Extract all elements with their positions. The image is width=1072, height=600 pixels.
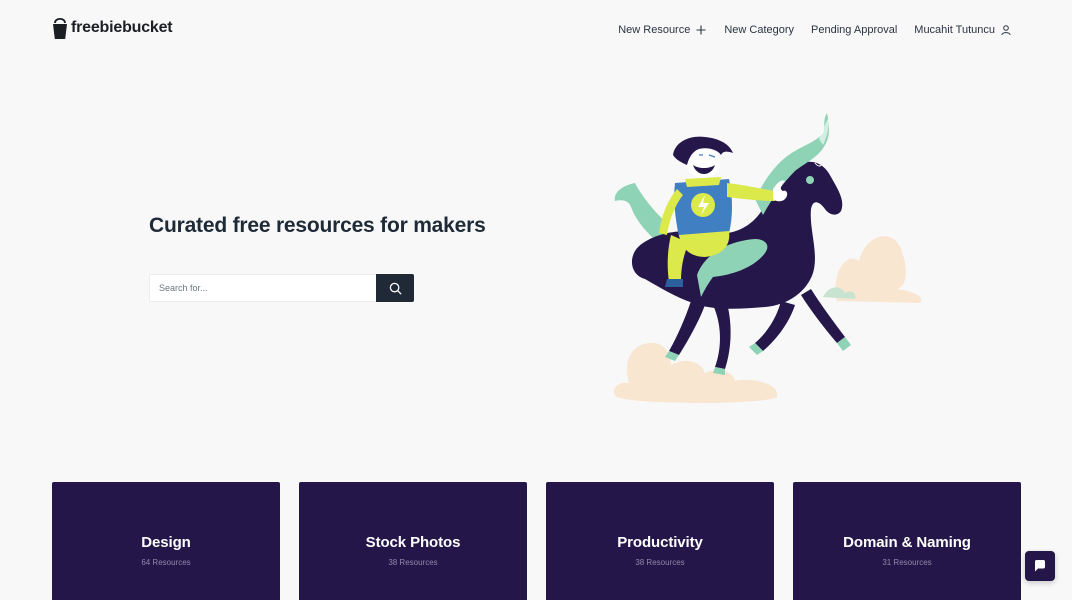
- nav-user-name: Mucahit Tutuncu: [914, 24, 995, 36]
- nav-pending-approval-label: Pending Approval: [811, 24, 898, 36]
- category-card-productivity[interactable]: Productivity 38 Resources: [546, 482, 774, 600]
- category-grid: Design 64 Resources Stock Photos 38 Reso…: [52, 482, 1021, 600]
- chat-button[interactable]: [1025, 551, 1055, 581]
- nav-new-category[interactable]: New Category: [724, 24, 794, 36]
- bucket-icon: [53, 17, 67, 39]
- category-card-design[interactable]: Design 64 Resources: [52, 482, 280, 600]
- category-count: 64 Resources: [141, 558, 191, 567]
- horse-leg-back-left: [669, 301, 705, 355]
- search-button[interactable]: [376, 274, 414, 302]
- cloud-left: [613, 342, 778, 403]
- nav-new-resource[interactable]: New Resource: [618, 24, 707, 36]
- horse-leg-front-left: [755, 301, 795, 351]
- plus-icon: [696, 25, 706, 35]
- category-title: Domain & Naming: [843, 534, 971, 551]
- category-count: 31 Resources: [882, 558, 932, 567]
- category-count: 38 Resources: [635, 558, 685, 567]
- main-nav: New Resource New Category Pending Approv…: [618, 22, 1012, 38]
- horse-ear: [819, 117, 829, 145]
- logo-text: freebiebucket: [71, 19, 173, 36]
- chat-icon: [1035, 560, 1045, 572]
- hero-illustration: [613, 113, 922, 403]
- search-form: [149, 274, 414, 302]
- category-card-stock-photos[interactable]: Stock Photos 38 Resources: [299, 482, 527, 600]
- category-title: Productivity: [617, 534, 703, 551]
- horse-leg-back-right: [713, 303, 731, 369]
- horse-eye: [806, 176, 814, 184]
- category-card-domain-naming[interactable]: Domain & Naming 31 Resources: [793, 482, 1021, 600]
- category-title: Design: [141, 534, 191, 551]
- nav-pending-approval[interactable]: Pending Approval: [811, 24, 897, 36]
- user-icon: [1001, 25, 1011, 36]
- header: freebiebucket New Resource New Category …: [0, 0, 1072, 60]
- category-title: Stock Photos: [365, 534, 461, 551]
- category-count: 38 Resources: [388, 558, 438, 567]
- cloud-right: [823, 236, 922, 303]
- search-icon: [389, 282, 401, 294]
- logo[interactable]: freebiebucket: [52, 15, 173, 41]
- hero-title: Curated free resources for makers: [149, 214, 486, 237]
- nav-user-menu[interactable]: Mucahit Tutuncu: [914, 24, 1012, 36]
- search-input[interactable]: [149, 274, 376, 302]
- rider-boot: [665, 279, 683, 287]
- nav-new-category-label: New Category: [724, 24, 795, 36]
- nav-new-resource-label: New Resource: [618, 24, 691, 36]
